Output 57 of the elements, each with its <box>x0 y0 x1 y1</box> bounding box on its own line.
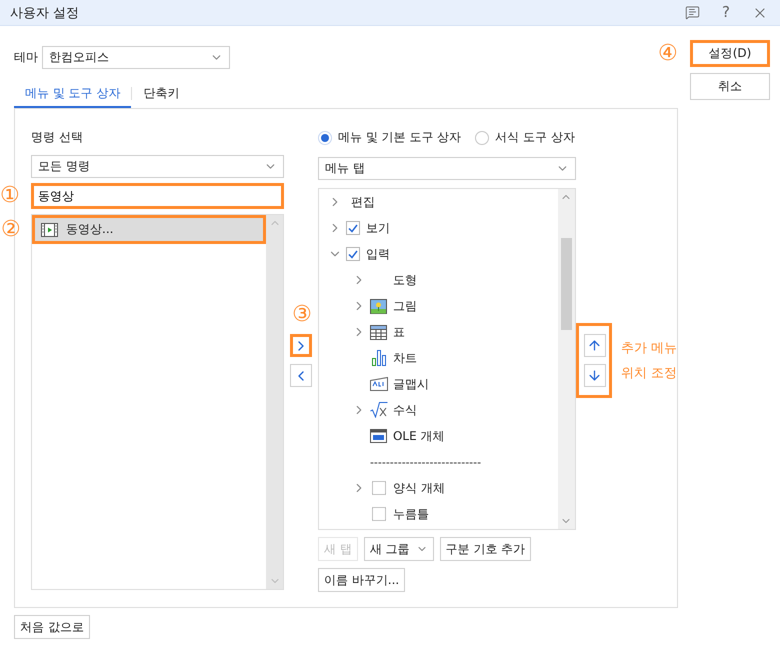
confirm-button[interactable]: 설정(D) <box>690 40 770 67</box>
tree-item-label[interactable]: 도형 <box>392 272 417 288</box>
radio-button[interactable] <box>318 130 332 144</box>
move-up-button[interactable] <box>584 334 606 357</box>
text-art-icon <box>370 377 388 391</box>
move-down-button[interactable] <box>584 364 606 387</box>
theme-dropdown[interactable]: 한컴오피스 <box>42 46 230 68</box>
menu-target-dropdown[interactable]: 메뉴 탭 <box>318 157 576 180</box>
radio-option[interactable]: 서식 도구 상자 <box>475 129 575 146</box>
scroll-thumb[interactable] <box>560 238 572 330</box>
section-label: 명령 선택 <box>31 129 84 146</box>
film-icon <box>41 222 58 236</box>
tree-item-label[interactable]: 입력 <box>366 246 390 262</box>
square-root-icon <box>370 402 388 418</box>
button[interactable]: 구분 기호 추가 <box>440 537 532 561</box>
callout-number: ① <box>0 185 20 207</box>
radio-label: 서식 도구 상자 <box>495 129 575 146</box>
add-arrow-button[interactable] <box>290 334 312 357</box>
separator-line: ---------------------------- <box>370 456 482 468</box>
window-title: 사용자 설정 <box>10 4 80 22</box>
tab[interactable]: 단축키 <box>132 81 190 108</box>
arrow-down-icon <box>587 368 602 383</box>
table-icon <box>370 324 388 340</box>
radio-button[interactable] <box>475 130 490 144</box>
tree-item-label[interactable]: 표 <box>392 324 405 340</box>
scrollbar[interactable] <box>558 189 575 529</box>
list-item[interactable]: 동영상... <box>32 215 266 244</box>
dropdown-button[interactable]: 새 그룹 <box>364 537 434 561</box>
dotted-square-icon <box>372 507 386 521</box>
reset-button[interactable]: 처음 값으로 <box>14 615 90 639</box>
checkbox[interactable] <box>346 247 360 261</box>
tree-item-label[interactable]: 편집 <box>350 194 375 210</box>
tree-item-label[interactable]: 보기 <box>366 220 390 236</box>
category-dropdown[interactable]: 모든 명령 <box>31 155 284 178</box>
tree-item-label[interactable]: 그림 <box>392 298 417 314</box>
theme-label: 테마 <box>14 48 38 66</box>
checkbox[interactable] <box>346 221 360 235</box>
tree-item-label[interactable]: 글맵시 <box>392 376 429 392</box>
search-field[interactable]: 동영상 <box>31 183 284 209</box>
tree-item-label[interactable]: 차트 <box>392 350 417 366</box>
object-icon <box>370 429 388 443</box>
tree-item-label[interactable]: 양식 개체 <box>392 480 445 496</box>
callout-number: ② <box>1 218 21 240</box>
tree-item-label[interactable]: OLE 개체 <box>392 428 444 444</box>
help-button[interactable]: ? <box>722 5 730 20</box>
picture-icon <box>370 298 388 314</box>
bar-chart-icon <box>372 350 386 366</box>
dotted-square-icon <box>372 481 386 495</box>
remove-arrow-button[interactable] <box>290 364 312 387</box>
tree-item-label[interactable]: 수식 <box>392 402 417 418</box>
cancel-button[interactable]: 취소 <box>690 73 770 100</box>
annotation-note: 추가 메뉴 위치 조정 <box>620 340 677 383</box>
tab[interactable]: 메뉴 및 도구 상자 <box>14 81 132 108</box>
button[interactable]: 이름 바꾸기... <box>318 568 406 592</box>
callout-number: ③ <box>292 304 312 326</box>
tree-item-label[interactable]: 누름틀 <box>392 506 429 522</box>
callout-number: ④ <box>658 42 678 64</box>
